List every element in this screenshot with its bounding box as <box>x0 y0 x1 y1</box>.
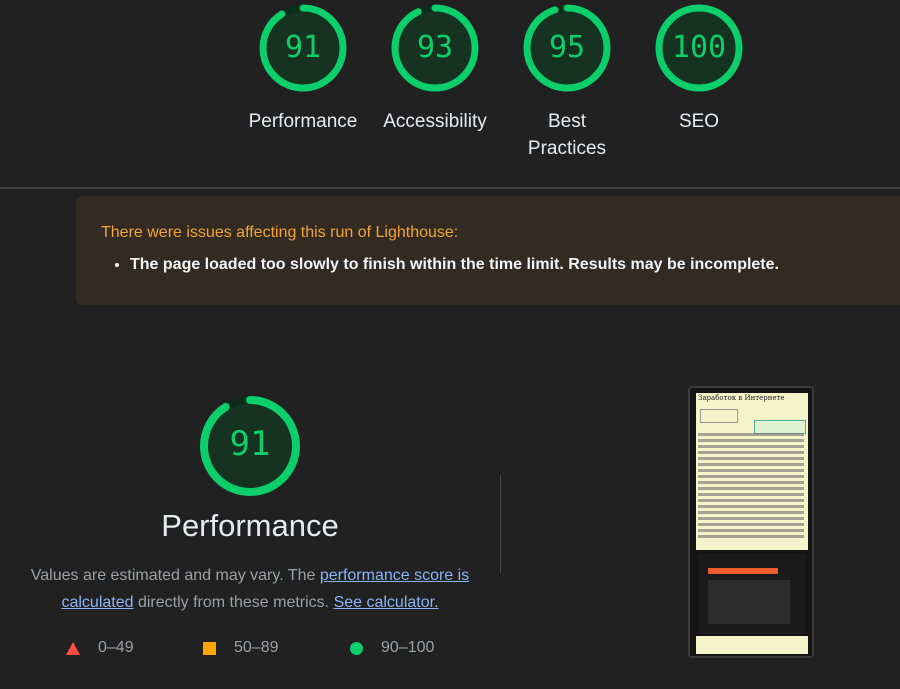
screenshot-photo <box>698 554 806 634</box>
legend-range: 0–49 <box>98 639 134 656</box>
warning-title: There were issues affecting this run of … <box>101 224 459 241</box>
final-screenshot-thumbnail[interactable]: Заработок в Интернете <box>688 386 814 658</box>
warning-item: The page loaded too slowly to finish wit… <box>130 256 779 274</box>
gauge-accessibility[interactable]: 93 Accessibility <box>369 4 501 135</box>
gauge-score: 91 <box>284 30 322 65</box>
score-legend: 0–49 50–89 90–100 <box>0 636 500 662</box>
legend-average: 50–89 <box>203 639 279 657</box>
header-divider <box>0 187 900 189</box>
screenshot-badge <box>754 420 806 434</box>
legend-range: 50–89 <box>234 639 279 656</box>
legend-pass: 90–100 <box>350 639 434 657</box>
gauge-score: 95 <box>548 30 586 65</box>
screenshot-page-bottom <box>696 636 808 654</box>
triangle-icon <box>66 641 80 655</box>
vertical-separator <box>500 475 501 573</box>
gauge-seo[interactable]: 100 SEO <box>633 4 765 135</box>
screenshot-title: Заработок в Интернете <box>698 394 785 402</box>
performance-gauge: 91 <box>198 394 302 498</box>
warning-banner: There were issues affecting this run of … <box>76 196 900 305</box>
gauge-label: Performance <box>248 111 358 132</box>
square-icon <box>203 641 216 655</box>
gauge-performance[interactable]: 91 Performance <box>237 4 369 135</box>
performance-score: 91 <box>229 424 271 464</box>
description-text: Values are estimated and may vary. The <box>30 567 320 584</box>
description-text-2: directly from these metrics. <box>133 594 334 611</box>
performance-description: Values are estimated and may vary. The p… <box>30 562 470 616</box>
screenshot-box <box>700 409 738 423</box>
gauge-label: Accessibility <box>383 111 487 132</box>
category-gauges: 91 Performance 93 Accessibility 95 Best … <box>0 0 900 188</box>
see-calculator-link[interactable]: See calculator. <box>334 594 439 611</box>
screenshot-text-lines <box>698 433 804 541</box>
gauge-best-practices[interactable]: 95 Best Practices <box>501 4 633 162</box>
performance-title: Performance <box>161 508 339 543</box>
gauge-score: 93 <box>416 30 454 65</box>
gauge-score: 100 <box>671 30 727 65</box>
legend-fail: 0–49 <box>66 639 134 657</box>
legend-range: 90–100 <box>381 639 435 656</box>
gauge-label: SEO <box>678 111 720 132</box>
screenshot-page-top: Заработок в Интернете <box>696 393 808 550</box>
warning-list: The page loaded too slowly to finish wit… <box>100 256 779 274</box>
gauge-label: Best Practices <box>527 111 607 159</box>
circle-icon <box>350 641 363 655</box>
